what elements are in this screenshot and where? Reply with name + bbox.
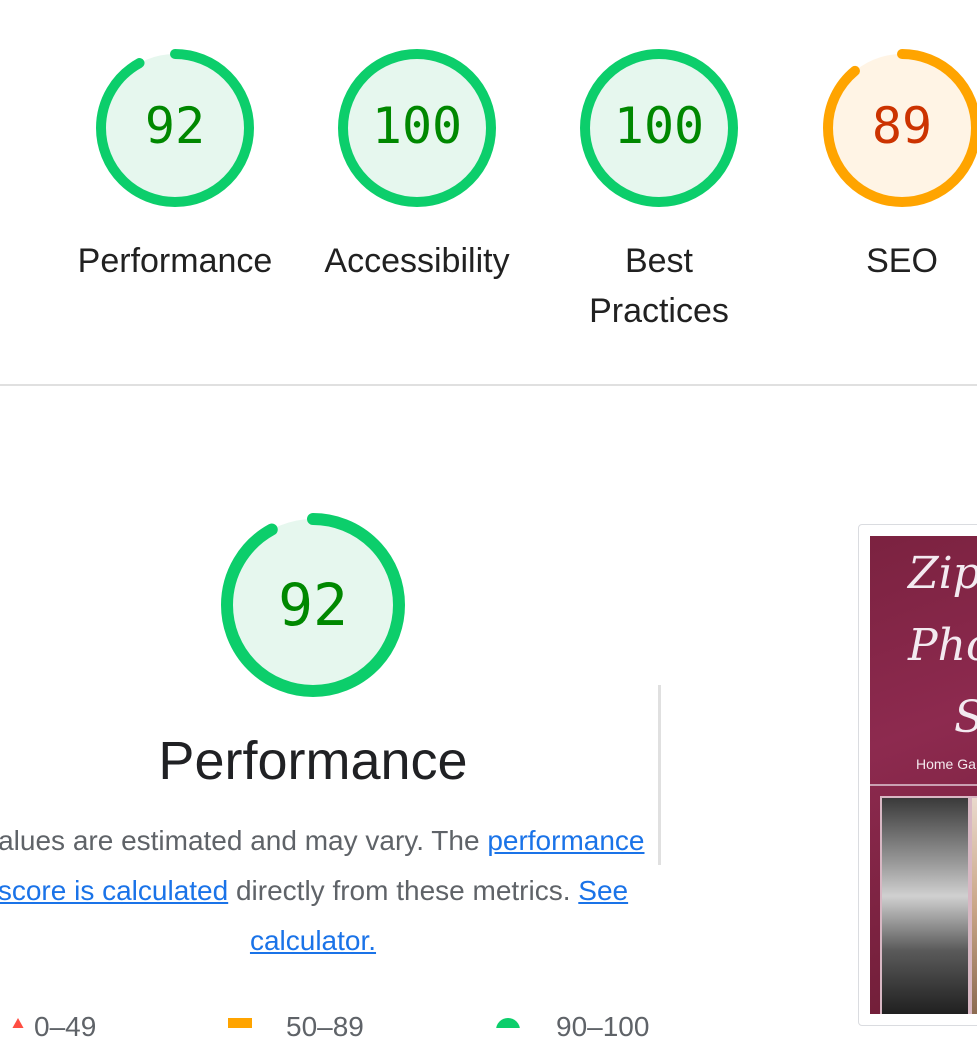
performance-main-gauge: 92: [214, 508, 412, 702]
gauge-label-line: Practices: [589, 292, 729, 330]
performance-description: Values are estimated and may vary. The p…: [0, 816, 656, 966]
category-best-practices[interactable]: 100 Best Practices: [539, 44, 779, 336]
gauge-score: 100: [371, 97, 463, 155]
legend-range-pass: 90–100: [556, 1011, 650, 1042]
screenshot-title-line: Phot: [908, 620, 977, 671]
accessibility-gauge: 100: [333, 44, 501, 212]
gauge-score: 89: [871, 97, 933, 155]
desc-text: Values are estimated and may vary. The: [0, 825, 488, 856]
final-screenshot: Zip Phot S Home Ga: [870, 536, 977, 1014]
gauge-score: 100: [613, 97, 705, 155]
legend-range-average: 50–89: [286, 1011, 364, 1042]
gauge-label: SEO: [866, 242, 938, 280]
gauge-score: 92: [144, 97, 206, 155]
best-practices-gauge: 100: [575, 44, 743, 212]
screenshot-portrait-photo: [880, 796, 970, 1014]
category-accessibility[interactable]: 100 Accessibility: [297, 44, 537, 286]
circle-icon: [496, 1018, 520, 1028]
performance-main-ring: 92: [214, 508, 412, 702]
screenshot-title-line: Zip: [908, 548, 977, 599]
category-performance[interactable]: 92 Performance: [55, 44, 295, 286]
gauge-label: Performance: [77, 242, 273, 280]
gauge-label: Accessibility: [324, 242, 510, 280]
screenshot-photo: [970, 796, 977, 1014]
legend-range-fail: 0–49: [34, 1011, 97, 1042]
seo-gauge: 89: [818, 44, 977, 212]
triangle-icon: [12, 1018, 24, 1028]
performance-main-score: 92: [278, 571, 348, 639]
performance-gauge: 92: [91, 44, 259, 212]
screenshot-rule: [870, 784, 977, 786]
performance-heading: Performance: [158, 731, 468, 791]
screenshot-title-line: S: [954, 688, 977, 748]
square-icon: [228, 1018, 252, 1028]
gauge-label: Best Practices: [539, 236, 779, 336]
section-divider: [0, 384, 977, 386]
desc-text: directly from these metrics.: [228, 875, 579, 906]
category-seo[interactable]: 89 SEO: [782, 44, 977, 286]
vertical-divider: [658, 685, 661, 865]
gauge-label-line: Best: [624, 242, 694, 280]
screenshot-nav: Home Ga: [916, 756, 976, 772]
